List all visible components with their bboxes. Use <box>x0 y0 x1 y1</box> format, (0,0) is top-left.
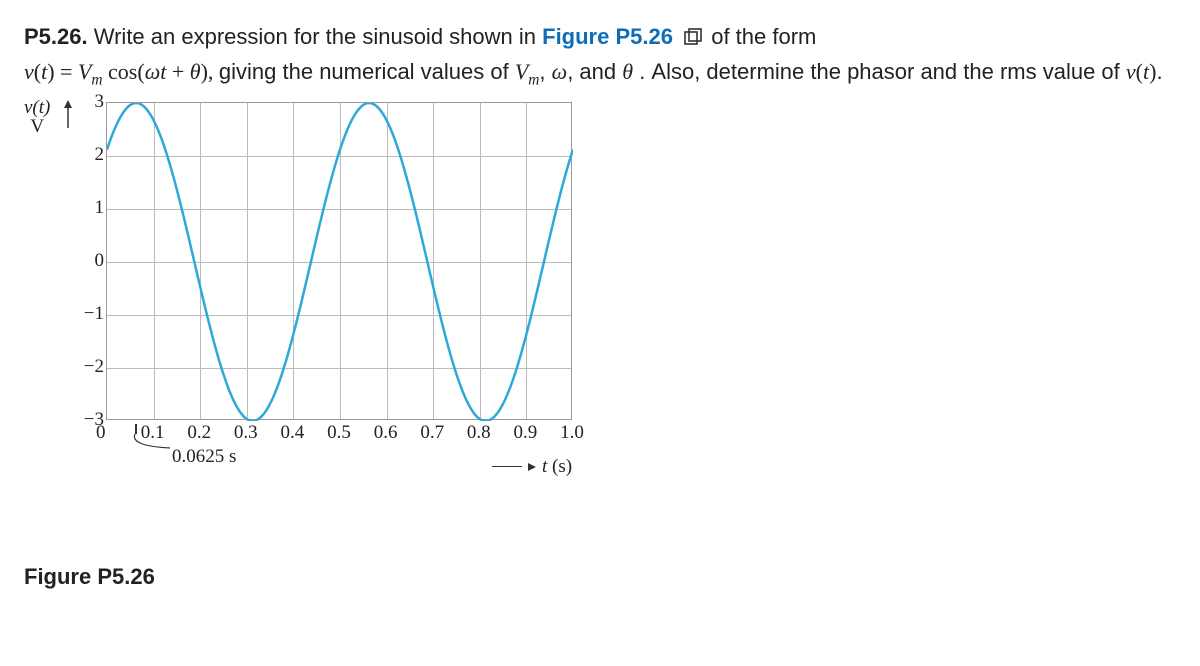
text-part1: Write an expression for the sinusoid sho… <box>94 24 542 49</box>
y-tick-label: 2 <box>74 144 104 166</box>
x-axis-arrow: t (s) <box>492 456 572 478</box>
popup-icon[interactable] <box>683 22 703 55</box>
x-tick-label: 0.9 <box>514 422 538 444</box>
x-tick-label: 0.7 <box>420 422 444 444</box>
problem-statement: P5.26. Write an expression for the sinus… <box>24 20 1176 92</box>
arrow-up-icon <box>62 100 74 130</box>
y-tick-label: −1 <box>74 303 104 325</box>
y-axis-label: v(t) V <box>24 98 50 136</box>
plot-area <box>106 102 572 420</box>
x-tick-label: 0.4 <box>281 422 305 444</box>
text-part2: of the form <box>711 24 816 49</box>
x-axis-label: t (s) <box>542 456 572 478</box>
figure: v(t) V 3210−1−2−3 0 0.10.20.30.40.50.60.… <box>24 98 1176 590</box>
y-tick-label: 3 <box>74 91 104 113</box>
problem-id: P5.26. <box>24 24 88 49</box>
arrow-right-icon <box>492 466 522 467</box>
x-tick-zero: 0 <box>96 422 106 444</box>
y-tick-label: −2 <box>74 356 104 378</box>
x-tick-label: 0.3 <box>234 422 258 444</box>
x-tick-label: 1.0 <box>560 422 584 444</box>
x-tick-label: 0.8 <box>467 422 491 444</box>
omega: ω <box>552 59 568 84</box>
x-tick-label: 0.6 <box>374 422 398 444</box>
annotation-text: 0.0625 s <box>172 446 236 468</box>
chart: v(t) V 3210−1−2−3 0 0.10.20.30.40.50.60.… <box>24 98 624 528</box>
x-tick-label: 0.2 <box>187 422 211 444</box>
text-part4: . Also, determine the phasor and the rms… <box>639 59 1126 84</box>
theta: θ <box>622 59 633 84</box>
annotation-leader <box>120 432 180 452</box>
figure-link[interactable]: Figure P5.26 <box>542 24 711 49</box>
figure-caption: Figure P5.26 <box>24 564 1176 590</box>
equation: v(t) = Vm cos(ωt + θ), <box>24 59 219 84</box>
Vm: Vm <box>515 59 540 84</box>
y-tick-label: 0 <box>74 250 104 272</box>
text-part3: giving the numerical values of <box>219 59 515 84</box>
vt: v(t) <box>1126 59 1157 84</box>
x-tick-label: 0.5 <box>327 422 351 444</box>
y-ticks: 3210−1−2−3 <box>74 102 104 420</box>
y-tick-label: 1 <box>74 197 104 219</box>
